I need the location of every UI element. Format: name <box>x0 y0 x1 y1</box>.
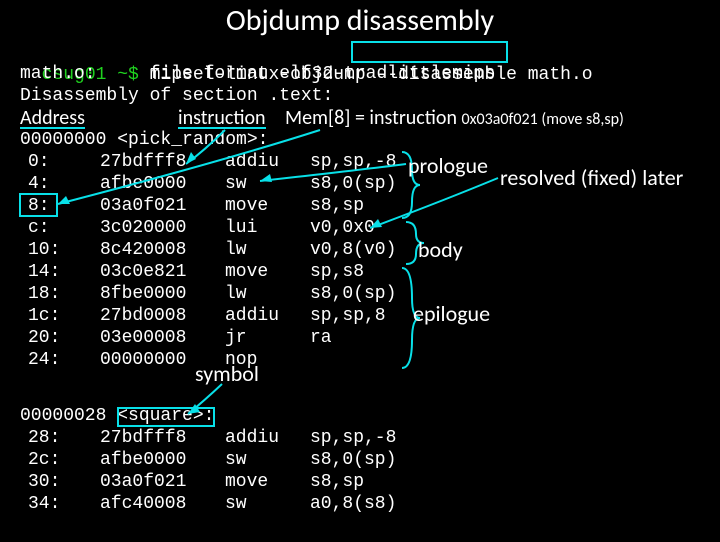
hex-cell: 27bdfff8 <box>100 152 186 172</box>
epilogue-label: epilogue <box>413 300 490 327</box>
opcode-cell: move <box>225 262 268 282</box>
opcode-cell: sw <box>225 450 247 470</box>
address-header: Address <box>20 109 85 129</box>
hex-cell: 00000000 <box>100 350 186 370</box>
hex-cell: 03a0f021 <box>100 472 186 492</box>
mem-example: 0x03a0f021 (move s8,sp) <box>462 110 624 129</box>
hex-cell: 03a0f021 <box>100 196 186 216</box>
opcode-cell: jr <box>225 328 247 348</box>
resolved-label: resolved (fixed) later <box>500 164 683 191</box>
addr-cell: 0: <box>28 152 50 172</box>
operand-cell: ra <box>310 328 332 348</box>
slide-title: Objdump disassembly <box>0 2 720 39</box>
hex-cell: 8fbe0000 <box>100 284 186 304</box>
operand-cell: v0,0x0 <box>310 218 375 238</box>
operand-cell: s8,0(sp) <box>310 174 396 194</box>
opcode-cell: lw <box>225 240 247 260</box>
operand-cell: sp,sp,-8 <box>310 428 396 448</box>
hex-cell: 03e00008 <box>100 328 186 348</box>
opcode-cell: addiu <box>225 428 279 448</box>
addr-cell: 1c: <box>28 306 60 326</box>
addr-cell: 24: <box>28 350 60 370</box>
addr-cell: c: <box>28 218 50 238</box>
symbol-label: symbol <box>195 360 259 387</box>
addr-cell: 8: <box>28 196 50 216</box>
opcode-cell: lui <box>225 218 257 238</box>
addr-cell: 28: <box>28 428 60 448</box>
opcode-cell: move <box>225 196 268 216</box>
operand-cell: s8,sp <box>310 472 364 492</box>
addr-cell: 4: <box>28 174 50 194</box>
opcode-cell: addiu <box>225 306 279 326</box>
hex-cell: 03c0e821 <box>100 262 186 282</box>
symbol-square: 00000028 <square>: <box>20 406 214 426</box>
operand-cell: sp,sp,8 <box>310 306 386 326</box>
hex-cell: 3c020000 <box>100 218 186 238</box>
addr-cell: 10: <box>28 240 60 260</box>
section-line: Disassembly of section .text: <box>20 86 333 106</box>
cmd-arg: math.o <box>528 65 593 85</box>
addr-cell: 20: <box>28 328 60 348</box>
opcode-cell: addiu <box>225 152 279 172</box>
opcode-cell: sw <box>225 494 247 514</box>
mem-header: Mem[8] = instruction <box>285 106 457 130</box>
addr-cell: 34: <box>28 494 60 514</box>
operand-cell: s8,0(sp) <box>310 284 396 304</box>
operand-cell: sp,sp,-8 <box>310 152 396 172</box>
operand-cell: s8,0(sp) <box>310 450 396 470</box>
hex-cell: 8c420008 <box>100 240 186 260</box>
hex-cell: 27bd0008 <box>100 306 186 326</box>
symbol-pick-random: 00000000 <pick_random>: <box>20 130 268 150</box>
hex-cell: afbe0000 <box>100 450 186 470</box>
file-info-line: math.o: file format elf32-tradlittlemips <box>20 64 495 84</box>
body-label: body <box>418 236 463 263</box>
opcode-cell: move <box>225 472 268 492</box>
hex-cell: afbe0000 <box>100 174 186 194</box>
addr-cell: 30: <box>28 472 60 492</box>
addr-cell: 14: <box>28 262 60 282</box>
operand-cell: s8,sp <box>310 196 364 216</box>
hex-cell: afc40008 <box>100 494 186 514</box>
addr-cell: 2c: <box>28 450 60 470</box>
prologue-label: prologue <box>408 152 488 179</box>
hex-cell: 27bdfff8 <box>100 428 186 448</box>
opcode-cell: sw <box>225 174 247 194</box>
operand-cell: a0,8(s8) <box>310 494 396 514</box>
opcode-cell: lw <box>225 284 247 304</box>
addr-cell: 18: <box>28 284 60 304</box>
instruction-header: instruction <box>178 109 266 129</box>
operand-cell: sp,s8 <box>310 262 364 282</box>
operand-cell: v0,8(v0) <box>310 240 396 260</box>
